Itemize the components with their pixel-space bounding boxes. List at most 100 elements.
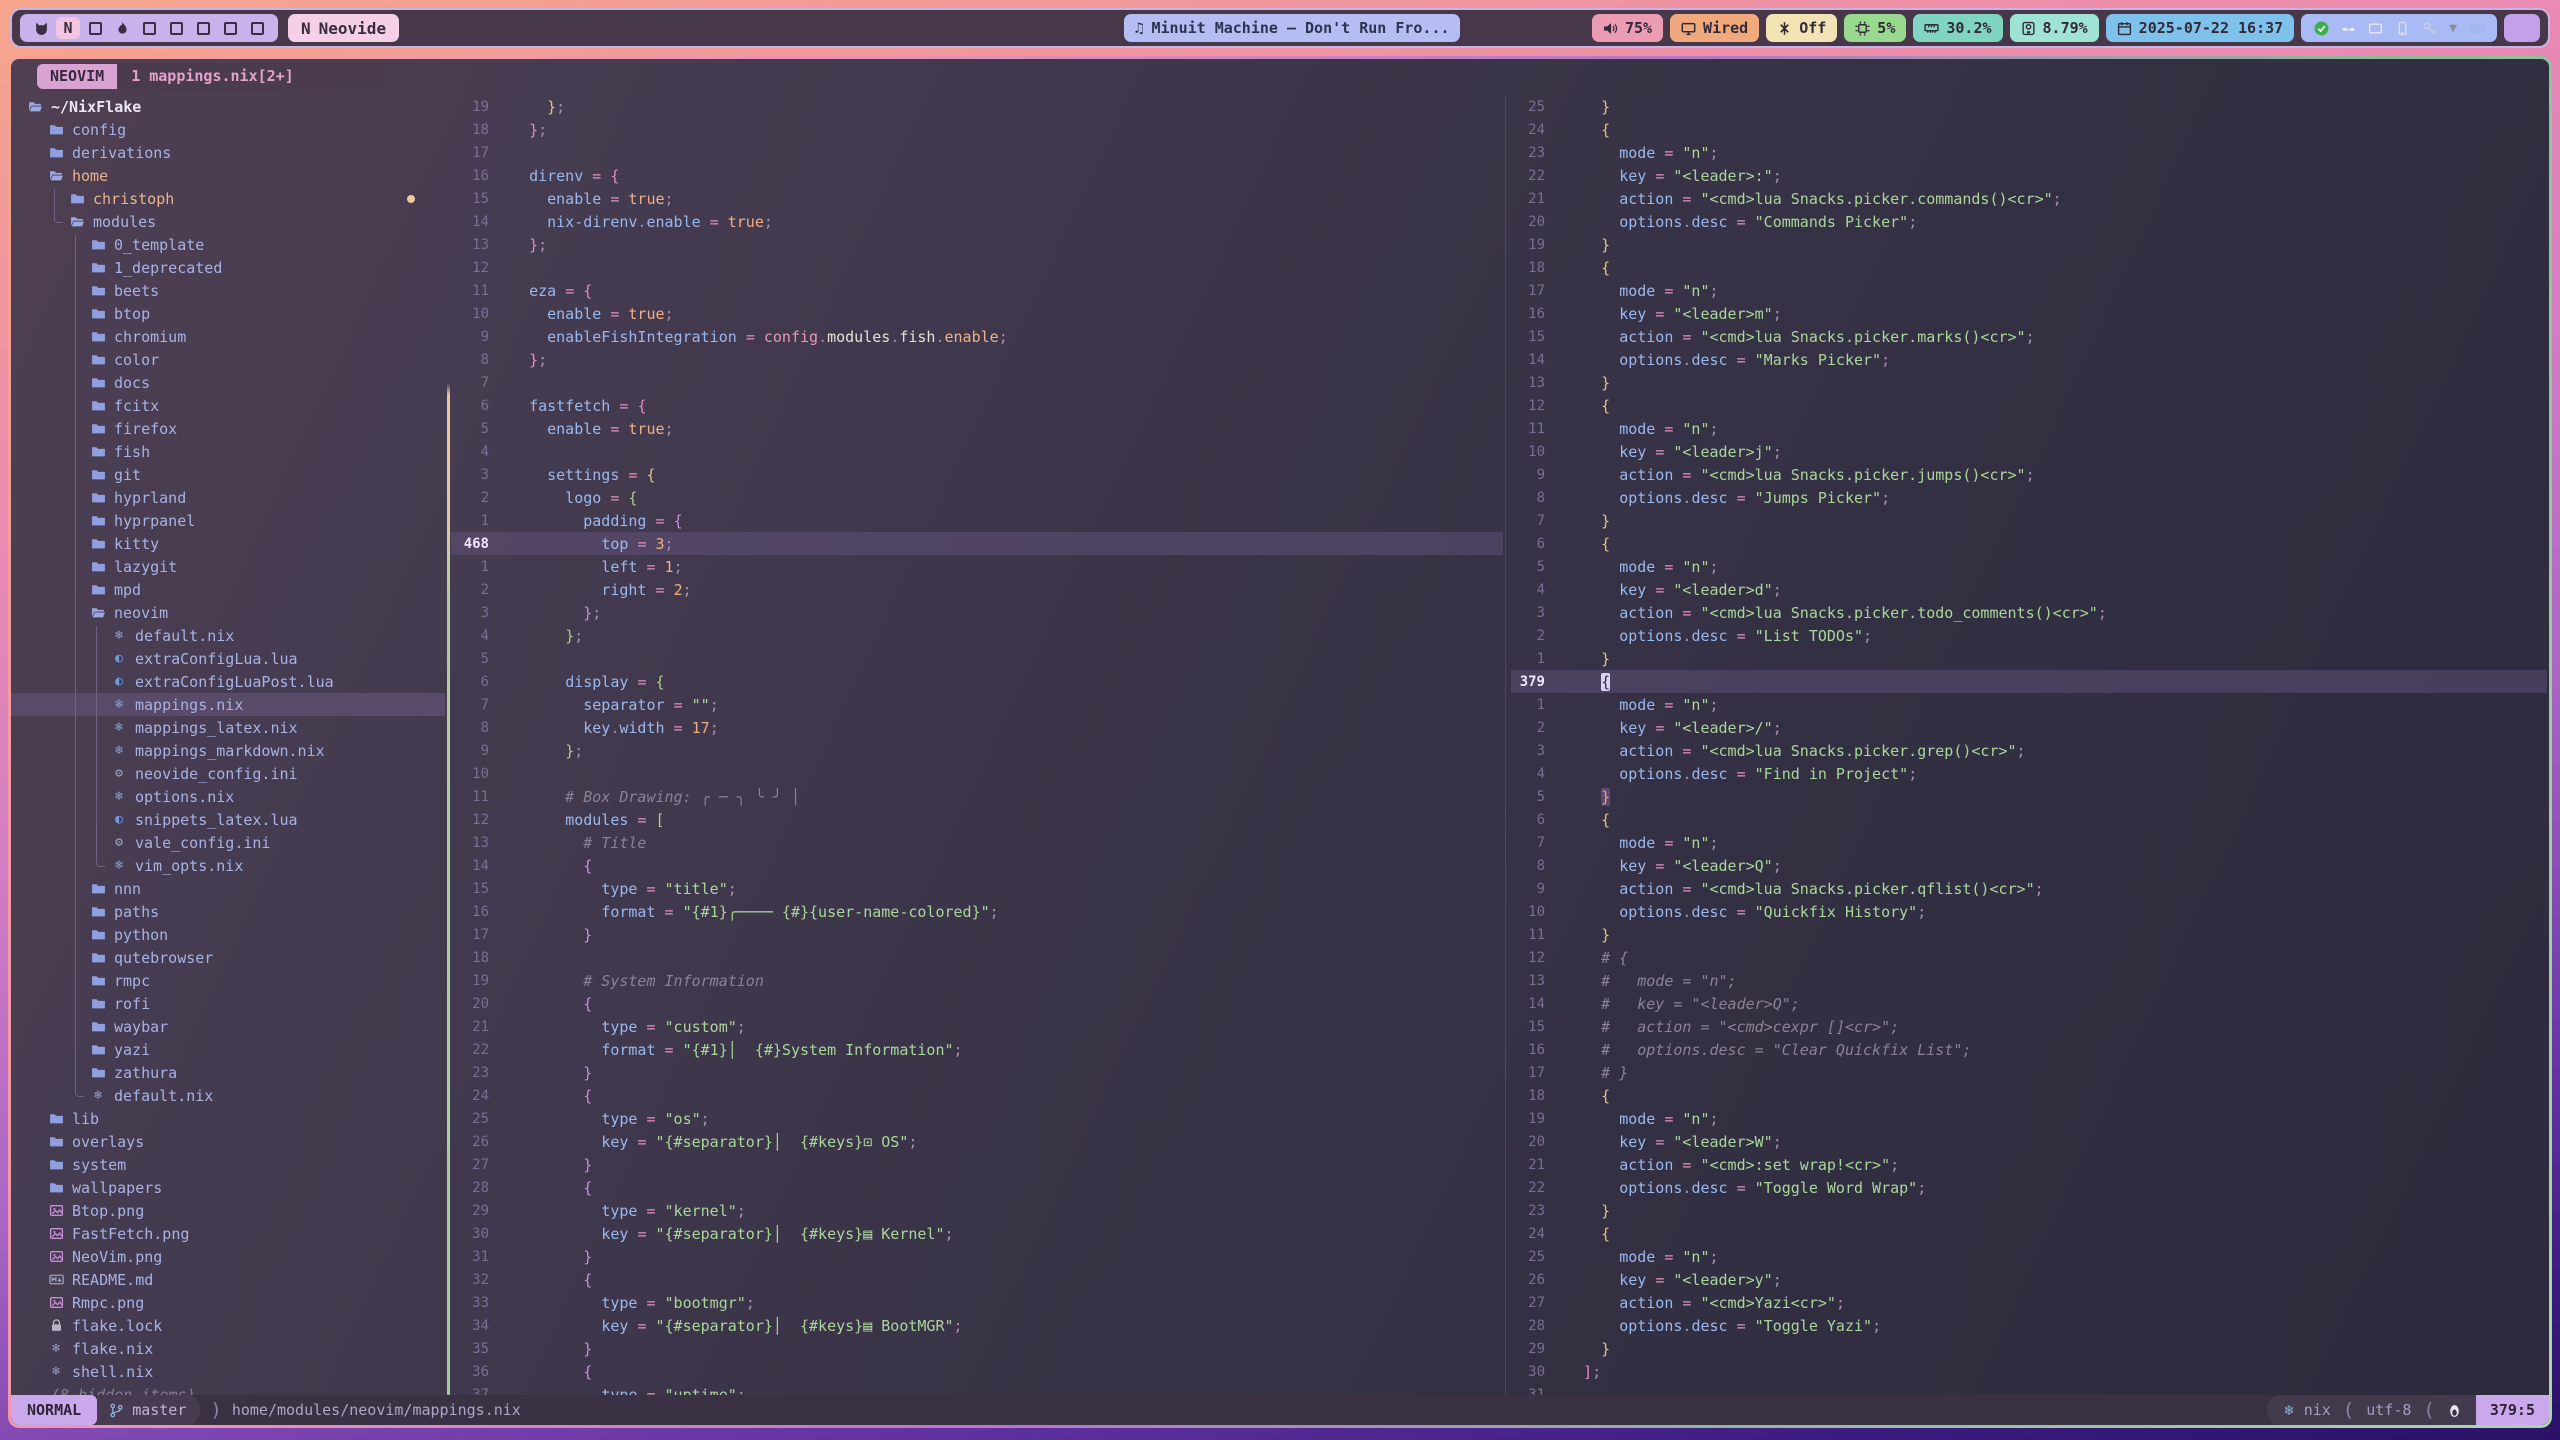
cpu-widget[interactable]: 5%: [1844, 14, 1906, 42]
tab-mappings-nix[interactable]: 1 mappings.nix[2+]: [117, 64, 386, 89]
right-line-22[interactable]: 22 key = "<leader>:";: [1511, 164, 2547, 187]
right-line-5[interactable]: 5 }: [1511, 785, 2547, 808]
left-line-18[interactable]: 18 };: [451, 118, 1503, 141]
tree-item-btop.png[interactable]: Btop.png: [11, 1199, 445, 1222]
right-line-31[interactable]: 31: [1511, 1383, 2547, 1395]
left-line-7[interactable]: 7 separator = "";: [451, 693, 1503, 716]
left-line-468[interactable]: 468 top = 3;: [451, 532, 1503, 555]
left-line-32[interactable]: 32 {: [451, 1268, 1503, 1291]
workspace-5-square-icon[interactable]: [137, 17, 161, 39]
left-line-2[interactable]: 2 right = 2;: [451, 578, 1503, 601]
left-line-11[interactable]: 11 # Box Drawing: ╭ ─ ╮ ╰ ╯ │: [451, 785, 1503, 808]
left-line-34[interactable]: 34 key = "{#separator}│ {#keys}▤ BootMGR…: [451, 1314, 1503, 1337]
left-line-5[interactable]: 5 enable = true;: [451, 417, 1503, 440]
tree-item-fastfetch.png[interactable]: FastFetch.png: [11, 1222, 445, 1245]
left-line-22[interactable]: 22 format = "{#1}│ {#}System Information…: [451, 1038, 1503, 1061]
tree-separator[interactable]: [447, 95, 450, 1395]
right-line-27[interactable]: 27 action = "<cmd>Yazi<cr>";: [1511, 1291, 2547, 1314]
tray-mustache-icon[interactable]: [2341, 21, 2356, 36]
right-line-10[interactable]: 10 key = "<leader>j";: [1511, 440, 2547, 463]
left-line-9[interactable]: 9 };: [451, 739, 1503, 762]
workspaces[interactable]: N: [20, 14, 278, 42]
left-line-2[interactable]: 2 logo = {: [451, 486, 1503, 509]
tree-item-lib[interactable]: lib: [11, 1107, 445, 1130]
left-line-19[interactable]: 19 # System Information: [451, 969, 1503, 992]
right-line-12[interactable]: 12 {: [1511, 394, 2547, 417]
right-line-14[interactable]: 14 # key = "<leader>Q";: [1511, 992, 2547, 1015]
left-line-4[interactable]: 4: [451, 440, 1503, 463]
left-line-13[interactable]: 13 };: [451, 233, 1503, 256]
right-line-23[interactable]: 23 }: [1511, 1199, 2547, 1222]
workspace-2-neovim-icon[interactable]: N: [56, 17, 80, 39]
right-line-15[interactable]: 15 action = "<cmd>lua Snacks.picker.mark…: [1511, 325, 2547, 348]
tree-item-rmpc.png[interactable]: Rmpc.png: [11, 1291, 445, 1314]
left-line-33[interactable]: 33 type = "bootmgr";: [451, 1291, 1503, 1314]
left-line-6[interactable]: 6 display = {: [451, 670, 1503, 693]
right-line-1[interactable]: 1 mode = "n";: [1511, 693, 2547, 716]
right-line-30[interactable]: 30 ];: [1511, 1360, 2547, 1383]
left-line-10[interactable]: 10: [451, 762, 1503, 785]
tree-item-derivations[interactable]: derivations: [11, 141, 445, 164]
right-line-3[interactable]: 3 action = "<cmd>lua Snacks.picker.grep(…: [1511, 739, 2547, 762]
left-line-5[interactable]: 5: [451, 647, 1503, 670]
right-line-4[interactable]: 4 key = "<leader>d";: [1511, 578, 2547, 601]
left-line-37[interactable]: 37 type = "uptime";: [451, 1383, 1503, 1395]
right-line-15[interactable]: 15 # action = "<cmd>cexpr []<cr>";: [1511, 1015, 2547, 1038]
tree-item-christoph[interactable]: christoph: [11, 187, 445, 210]
left-line-10[interactable]: 10 enable = true;: [451, 302, 1503, 325]
memory-widget[interactable]: 30.2%: [1913, 14, 2002, 42]
tree-item-shell.nix[interactable]: ❄shell.nix: [11, 1360, 445, 1383]
left-line-7[interactable]: 7: [451, 371, 1503, 394]
left-line-12[interactable]: 12: [451, 256, 1503, 279]
tree-item-neovim.png[interactable]: NeoVim.png: [11, 1245, 445, 1268]
right-line-28[interactable]: 28 options.desc = "Toggle Yazi";: [1511, 1314, 2547, 1337]
left-line-11[interactable]: 11 eza = {: [451, 279, 1503, 302]
left-line-14[interactable]: 14 nix-direnv.enable = true;: [451, 210, 1503, 233]
clock-widget[interactable]: 2025-07-22 16:37: [2106, 14, 2295, 42]
right-line-21[interactable]: 21 action = "<cmd>:set wrap!<cr>";: [1511, 1153, 2547, 1176]
right-line-1[interactable]: 1 }: [1511, 647, 2547, 670]
left-line-4[interactable]: 4 };: [451, 624, 1503, 647]
left-line-24[interactable]: 24 {: [451, 1084, 1503, 1107]
left-line-25[interactable]: 25 type = "os";: [451, 1107, 1503, 1130]
file-tree[interactable]: ~/NixFlakeconfigderivationshomechristoph…: [11, 95, 445, 1395]
right-line-24[interactable]: 24 {: [1511, 118, 2547, 141]
tree-item-nixflake[interactable]: ~/NixFlake: [11, 95, 445, 118]
right-line-2[interactable]: 2 options.desc = "List TODOs";: [1511, 624, 2547, 647]
right-line-20[interactable]: 20 options.desc = "Commands Picker";: [1511, 210, 2547, 233]
left-line-31[interactable]: 31 }: [451, 1245, 1503, 1268]
tree-item-config[interactable]: config: [11, 118, 445, 141]
tree-item-flake.lock[interactable]: flake.lock: [11, 1314, 445, 1337]
left-line-6[interactable]: 6 fastfetch = {: [451, 394, 1503, 417]
right-line-379[interactable]: 379 {: [1511, 670, 2547, 693]
right-line-9[interactable]: 9 action = "<cmd>lua Snacks.picker.qflis…: [1511, 877, 2547, 900]
right-line-13[interactable]: 13 # mode = "n";: [1511, 969, 2547, 992]
workspace-8-square-icon[interactable]: [218, 17, 242, 39]
left-line-16[interactable]: 16 format = "{#1}╭──── {#}{user-name-col…: [451, 900, 1503, 923]
left-line-8[interactable]: 8 };: [451, 348, 1503, 371]
bluetooth-widget[interactable]: Off: [1766, 14, 1837, 42]
code-pane-right[interactable]: 25 }24 {23 mode = "n";22 key = "<leader>…: [1511, 95, 2547, 1395]
tree-item-system[interactable]: system: [11, 1153, 445, 1176]
left-line-29[interactable]: 29 type = "kernel";: [451, 1199, 1503, 1222]
left-line-26[interactable]: 26 key = "{#separator}│ {#keys}⊡ OS";: [451, 1130, 1503, 1153]
left-line-23[interactable]: 23 }: [451, 1061, 1503, 1084]
right-line-16[interactable]: 16 key = "<leader>m";: [1511, 302, 2547, 325]
pane-separator[interactable]: [1505, 95, 1506, 1395]
left-line-15[interactable]: 15 enable = true;: [451, 187, 1503, 210]
left-line-1[interactable]: 1 left = 1;: [451, 555, 1503, 578]
tree-item-modules[interactable]: modules: [11, 210, 445, 233]
left-line-30[interactable]: 30 key = "{#separator}│ {#keys}▤ Kernel"…: [451, 1222, 1503, 1245]
right-line-24[interactable]: 24 {: [1511, 1222, 2547, 1245]
tray-tv-icon[interactable]: [2368, 21, 2383, 36]
tree-item-flake.nix[interactable]: ❄flake.nix: [11, 1337, 445, 1360]
left-line-21[interactable]: 21 type = "custom";: [451, 1015, 1503, 1038]
left-line-36[interactable]: 36 {: [451, 1360, 1503, 1383]
right-line-8[interactable]: 8 options.desc = "Jumps Picker";: [1511, 486, 2547, 509]
right-line-3[interactable]: 3 action = "<cmd>lua Snacks.picker.todo_…: [1511, 601, 2547, 624]
right-line-19[interactable]: 19 }: [1511, 233, 2547, 256]
left-line-8[interactable]: 8 key.width = 17;: [451, 716, 1503, 739]
right-line-8[interactable]: 8 key = "<leader>Q";: [1511, 854, 2547, 877]
tree-item-readme.md[interactable]: README.md: [11, 1268, 445, 1291]
right-line-11[interactable]: 11 }: [1511, 923, 2547, 946]
